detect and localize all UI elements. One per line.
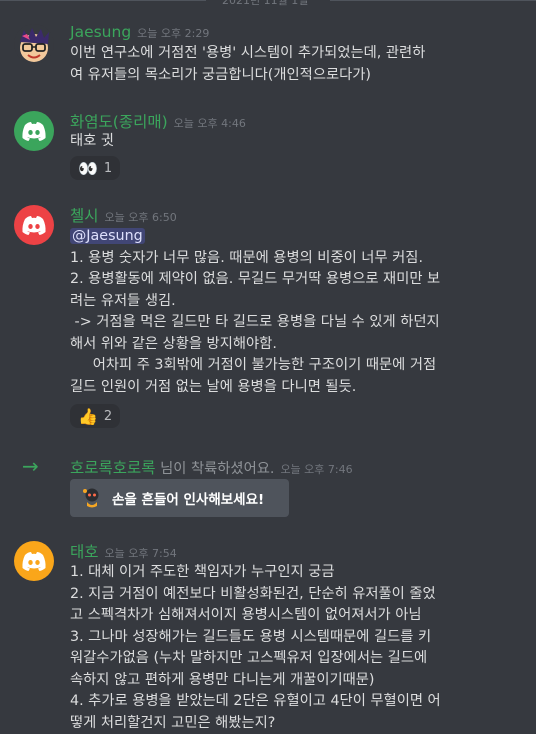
username[interactable]: 첼시 xyxy=(70,207,99,225)
message-content: 이번 연구소에 거점전 '용병' 시스템이 추가되었는데, 관련하 여 유저들의… xyxy=(70,43,506,86)
message-line: -> 거점을 먹은 길드만 타 길드로 용병을 다닐 수 있게 하던지 xyxy=(70,312,506,334)
wave-sticker-icon xyxy=(80,486,104,510)
reaction-eyes[interactable]: 👀 1 xyxy=(70,156,120,180)
message-line: 여 유저들의 목소리가 궁금합니다(개인적으로다가) xyxy=(70,65,506,87)
avatar-chelsea[interactable] xyxy=(14,205,54,245)
timestamp: 오늘 오후 6:50 xyxy=(105,211,177,224)
eyes-emoji-icon: 👀 xyxy=(78,159,98,178)
message-line: 고 스펙격차가 심해져서이지 용병시스템이 없어져서가 아님 xyxy=(70,605,506,627)
system-text: 님이 착륙하셨어요. xyxy=(160,461,274,477)
message-line: 워갈수가없음 (누차 말하지만 고스펙유저 입장에서는 길드에 xyxy=(70,648,506,670)
user-mention[interactable]: @Jaesung xyxy=(70,228,145,244)
reaction-count: 2 xyxy=(104,409,112,424)
avatar-face-icon xyxy=(14,24,54,64)
wave-button-label: 손을 흔들어 인사해보세요! xyxy=(112,488,264,508)
thumbs-up-emoji-icon: 👍 xyxy=(78,407,98,426)
discord-logo-icon xyxy=(14,205,54,245)
message-line: 1. 용병 숫자가 너무 많음. 때문에 용병의 비중이 너무 커짐. xyxy=(70,248,506,270)
reaction-thumbsup[interactable]: 👍 2 xyxy=(70,404,120,428)
message-line: 3. 그나마 성장해가는 길드들도 용병 시스템때문에 길드를 키 xyxy=(70,627,506,649)
message-line: 속하지 않고 편하게 용병만 다니는게 개꿀이기때문) xyxy=(70,670,506,692)
username[interactable]: 화염도(종리매) xyxy=(70,113,168,131)
message-line: 어차피 주 3회밖에 거점이 불가능한 구조이기 때문에 거점 xyxy=(70,355,506,377)
message-header: Jaesung 오늘 오후 2:29 xyxy=(70,23,209,41)
join-arrow-icon: → xyxy=(22,454,39,478)
divider-line-right xyxy=(330,0,536,1)
message-header: 첼시 오늘 오후 6:50 xyxy=(70,204,177,226)
message-line: 2. 지금 거점이 예전보다 비활성화된건, 단순히 유저풀이 줄었 xyxy=(70,584,506,606)
message-line: 1. 대체 이거 주도한 책임자가 누구인지 궁금 xyxy=(70,562,506,584)
message-line: 이번 연구소에 거점전 '용병' 시스템이 추가되었는데, 관련하 xyxy=(70,43,506,65)
timestamp: 오늘 오후 2:29 xyxy=(137,27,209,40)
message-line: 태호 귓 xyxy=(70,131,506,153)
timestamp: 오늘 오후 7:46 xyxy=(280,463,352,476)
message-line: 길드 인원이 거점 없는 날에 용병을 다니면 될듯. xyxy=(70,377,506,399)
message-line: 려는 유저들 생김. xyxy=(70,291,506,313)
message-line: 떻게 처리할건지 고민은 해봤는지? xyxy=(70,713,506,734)
date-divider-text: 2021년 11월 1일 xyxy=(222,0,308,8)
discord-logo-icon xyxy=(14,541,54,581)
reaction-count: 1 xyxy=(104,161,112,176)
username[interactable]: 태호 xyxy=(70,543,99,561)
username[interactable]: Jaesung xyxy=(70,23,131,41)
message-content: 태호 귓 xyxy=(70,131,506,153)
discord-logo-icon xyxy=(14,111,54,151)
date-divider: 2021년 11월 1일 xyxy=(0,0,536,8)
joined-username[interactable]: 호로록호로록 xyxy=(70,459,156,477)
wave-hello-button[interactable]: 손을 흔들어 인사해보세요! xyxy=(70,479,289,517)
message-content: @Jaesung 1. 용병 숫자가 너무 많음. 때문에 용병의 비중이 너무… xyxy=(70,226,506,398)
message-header: 화염도(종리매) 오늘 오후 4:46 xyxy=(70,110,246,132)
message-line: 2. 용병활동에 제약이 없음. 무길드 무거딱 용병으로 재미만 보 xyxy=(70,269,506,291)
message-content: 1. 대체 이거 주도한 책임자가 누구인지 궁금 2. 지금 거점이 예전보다… xyxy=(70,562,506,734)
avatar-jaesung[interactable] xyxy=(14,24,54,64)
system-header: 호로록호로록 님이 착륙하셨어요. 오늘 오후 7:46 xyxy=(70,456,353,478)
message-header: 태호 오늘 오후 7:54 xyxy=(70,540,177,562)
message-line: 해서 위와 같은 상황을 방지해야함. xyxy=(70,334,506,356)
timestamp: 오늘 오후 4:46 xyxy=(174,117,246,130)
avatar-taeho[interactable] xyxy=(14,541,54,581)
avatar-hwayeomdo[interactable] xyxy=(14,111,54,151)
message-line: 4. 추가로 용병을 받았는데 2단은 유혈이고 4단이 무혈이면 어 xyxy=(70,691,506,713)
divider-line-left xyxy=(0,0,206,1)
timestamp: 오늘 오후 7:54 xyxy=(105,547,177,560)
